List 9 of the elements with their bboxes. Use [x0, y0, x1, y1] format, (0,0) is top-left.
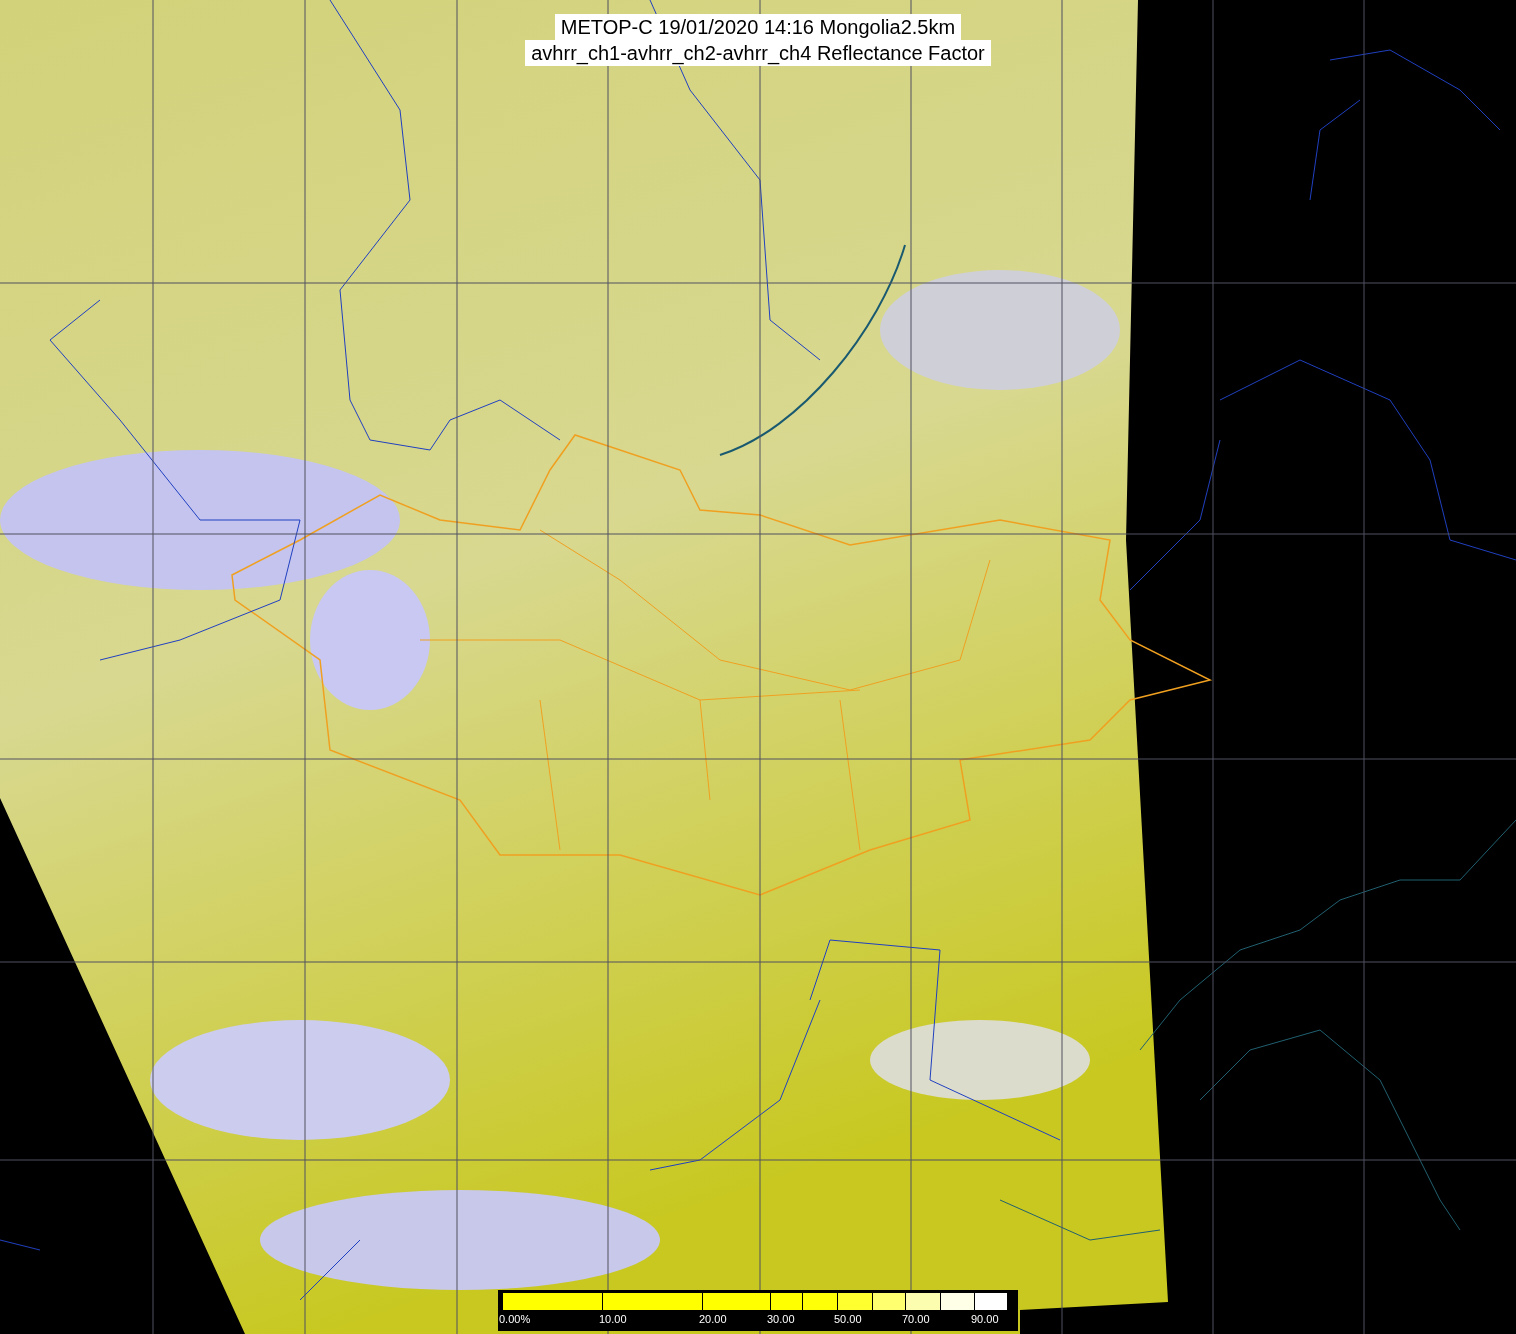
scale-label: 10.00: [599, 1313, 627, 1325]
map-subtitle: avhrr_ch1-avhrr_ch2-avhrr_ch4 Reflectance Factor: [525, 40, 991, 66]
scale-label: 50.00: [834, 1313, 862, 1325]
scale-label: 90.00: [971, 1313, 999, 1325]
scale-label: 20.00: [699, 1313, 727, 1325]
scale-label: 0.00%: [499, 1313, 531, 1325]
map-title: METOP-C 19/01/2020 14:16 Mongolia2.5km: [554, 14, 962, 40]
scale-label: 70.00: [902, 1313, 930, 1325]
scale-label: 30.00: [767, 1313, 795, 1325]
